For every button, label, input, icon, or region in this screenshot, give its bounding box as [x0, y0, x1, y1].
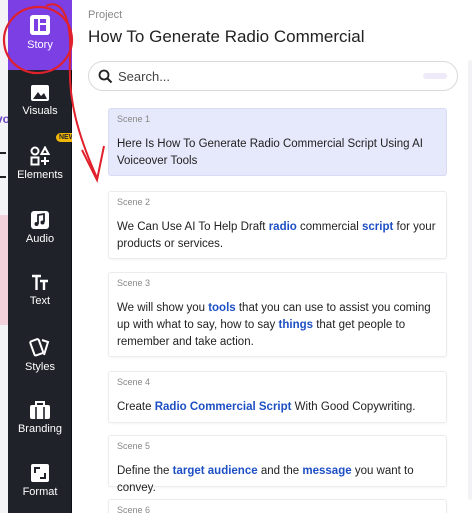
- sidebar-item-branding[interactable]: Branding: [8, 400, 72, 435]
- sidebar-item-styles[interactable]: Styles: [8, 336, 72, 373]
- scene-text-segment: We will show you: [117, 302, 209, 314]
- sidebar-item-label: Styles: [25, 361, 55, 373]
- sidebar-item-label: Elements: [17, 169, 63, 181]
- scene-text[interactable]: Define the target audience and the messa…: [117, 463, 436, 497]
- scrollbar[interactable]: [468, 60, 472, 500]
- scene-keyword: Radio Commercial Script: [154, 401, 292, 413]
- scene-text-segment: Create: [117, 401, 155, 413]
- sidebar-item-label: Branding: [17, 423, 63, 435]
- briefcase-icon: [30, 401, 50, 419]
- format-icon: [31, 464, 49, 482]
- search-decoration: [423, 73, 447, 79]
- scene-text-segment: We Can Use AI To Help Draft: [117, 221, 269, 233]
- search-input[interactable]: Search...: [88, 61, 458, 91]
- sidebar-item-format[interactable]: Format: [8, 463, 72, 498]
- scene-card-6[interactable]: Scene 6: [109, 500, 446, 513]
- project-label: Project: [88, 9, 123, 21]
- music-icon: [31, 211, 49, 229]
- scene-number: Scene 3: [117, 278, 151, 288]
- scene-text-segment: Define the: [117, 465, 173, 477]
- sidebar-item-visuals[interactable]: Visuals: [8, 84, 72, 117]
- scene-text[interactable]: Create Radio Commercial Script With Good…: [117, 399, 436, 416]
- styles-icon: [29, 338, 50, 357]
- scene-text-segment: Here Is How To Generate Radio Commercial…: [117, 138, 423, 167]
- scene-card-3[interactable]: Scene 3 We will show you tools that you …: [109, 273, 446, 356]
- scene-text[interactable]: We Can Use AI To Help Draft radio commer…: [117, 219, 436, 253]
- scene-card-2[interactable]: Scene 2 We Can Use AI To Help Draft radi…: [109, 192, 446, 258]
- sidebar-item-label: Text: [29, 295, 51, 307]
- background-mark: [0, 176, 6, 178]
- image-icon: [31, 85, 49, 101]
- scene-text-segment: With Good Copywriting.: [291, 401, 416, 413]
- sidebar-item-label: Visuals: [22, 105, 58, 117]
- scene-keyword: things: [278, 319, 314, 331]
- scene-keyword: target audience: [172, 465, 258, 477]
- sidebar-item-label: Story: [27, 39, 53, 51]
- shapes-icon: [30, 146, 50, 166]
- sidebar-item-label: Audio: [25, 233, 55, 245]
- scene-number: Scene 4: [117, 377, 151, 387]
- scene-number: Scene 1: [117, 114, 151, 124]
- text-icon: [32, 274, 48, 290]
- scene-text[interactable]: Here Is How To Generate Radio Commercial…: [117, 136, 436, 170]
- scene-card-4[interactable]: Scene 4 Create Radio Commercial Script W…: [109, 372, 446, 422]
- background-mark: [0, 152, 6, 154]
- scene-number: Scene 6: [117, 505, 151, 513]
- scene-keyword: script: [362, 221, 394, 233]
- scene-text[interactable]: We will show you tools that you can use …: [117, 300, 436, 351]
- scene-card-5[interactable]: Scene 5 Define the target audience and t…: [109, 436, 446, 494]
- sidebar-item-elements[interactable]: Elements: [8, 146, 72, 181]
- sidebar-item-text[interactable]: Text: [8, 274, 72, 307]
- scene-text-segment: and the: [257, 465, 303, 477]
- search-icon: [98, 69, 113, 84]
- scene-keyword: radio: [268, 221, 297, 233]
- scene-card-1[interactable]: Scene 1 Here Is How To Generate Radio Co…: [109, 109, 446, 175]
- sidebar: Story Visuals Elements NEW Audio Text St…: [8, 0, 79, 513]
- scene-keyword: message: [302, 465, 352, 477]
- search-placeholder: Search...: [118, 69, 171, 84]
- scene-keyword: tools: [208, 302, 236, 314]
- sidebar-item-audio[interactable]: Audio: [8, 210, 72, 245]
- scene-number: Scene 5: [117, 441, 151, 451]
- project-title-input[interactable]: How To Generate Radio Commercial Script: [88, 27, 364, 47]
- scene-number: Scene 2: [117, 197, 151, 207]
- story-icon: [30, 15, 50, 35]
- scene-text-segment: commercial: [296, 221, 363, 233]
- sidebar-item-story[interactable]: Story: [8, 0, 72, 70]
- story-panel: Project How To Generate Radio Commercial…: [72, 0, 474, 513]
- sidebar-item-label: Format: [22, 486, 58, 498]
